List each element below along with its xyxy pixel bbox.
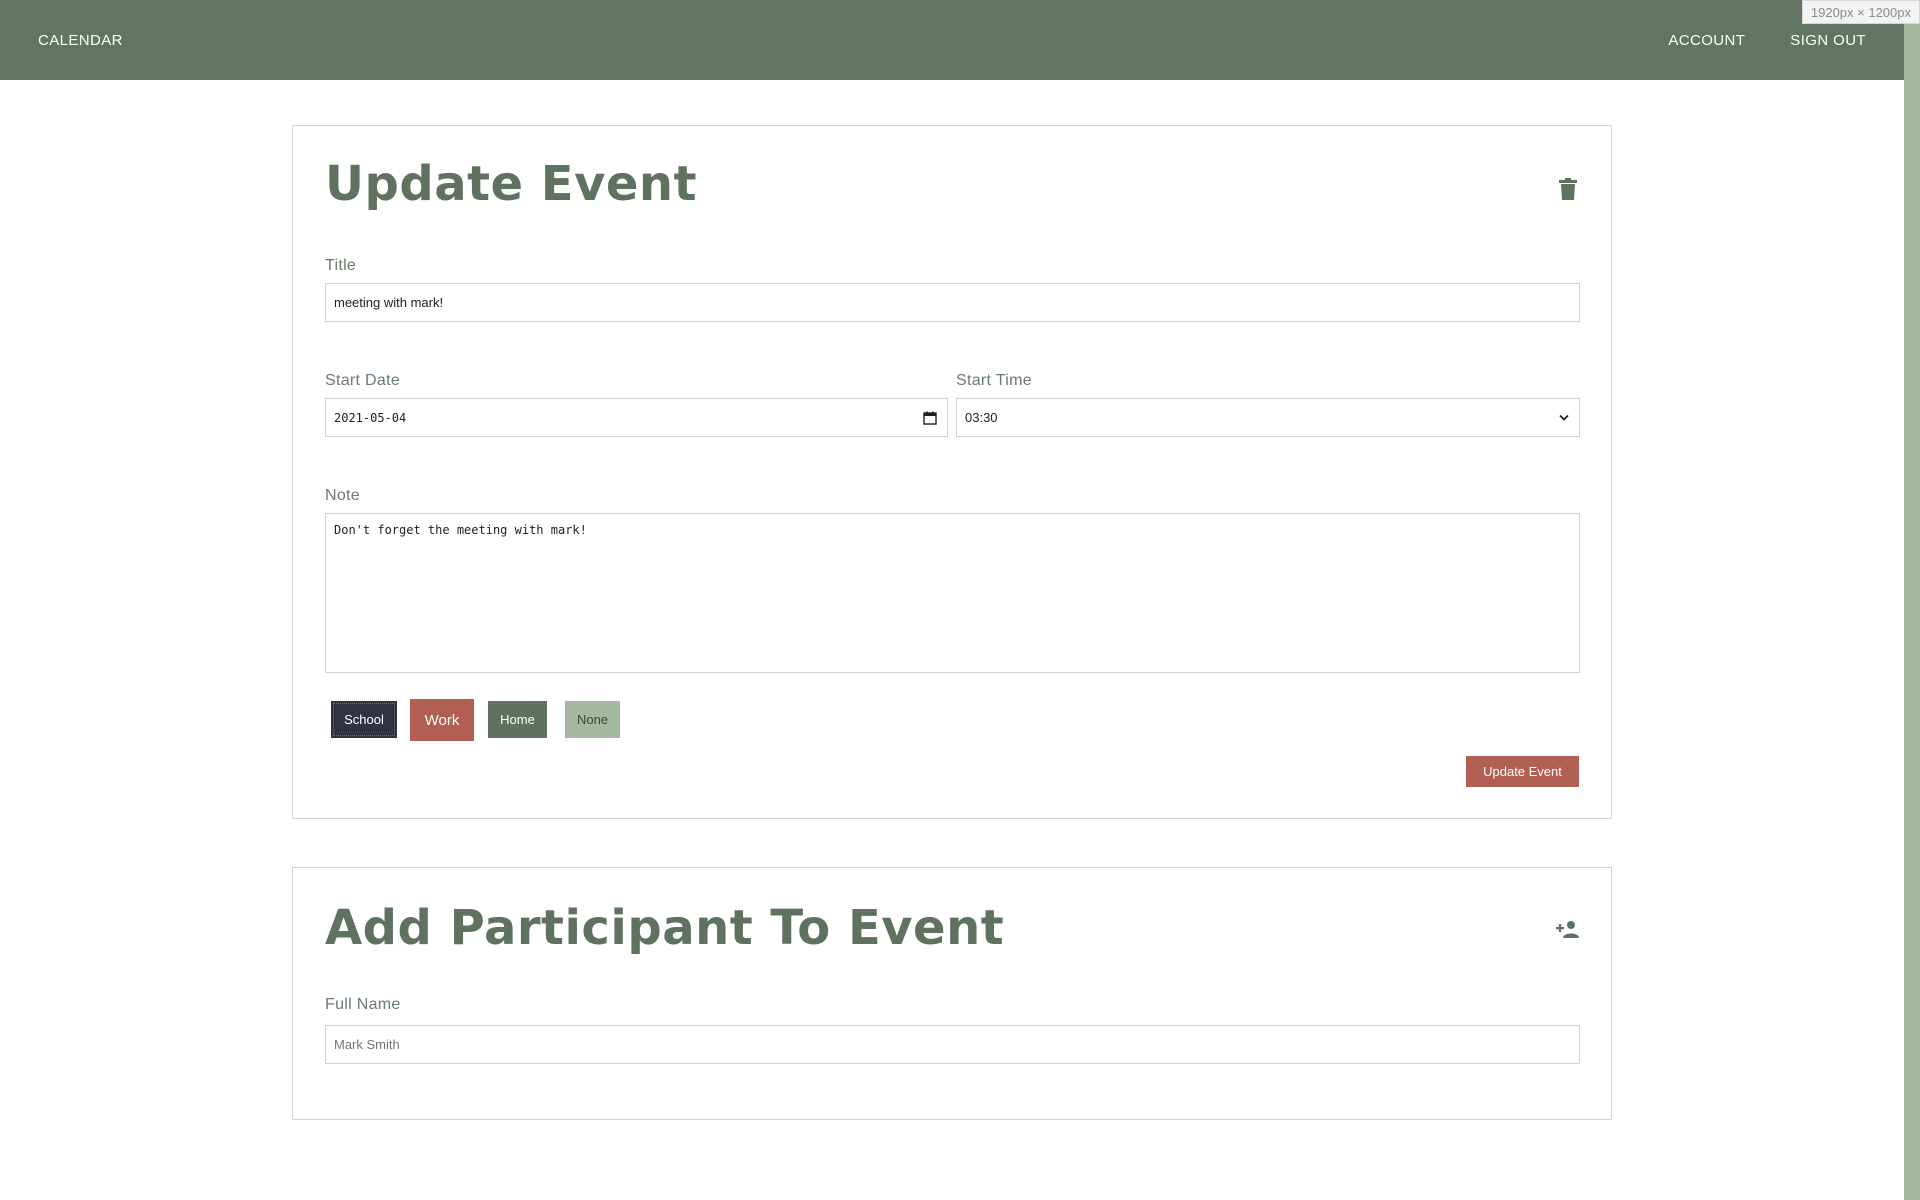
tag-school-button[interactable]: School — [331, 701, 397, 738]
note-textarea[interactable]: Don't forget the meeting with mark! — [325, 513, 1580, 673]
vertical-scrollbar[interactable] — [1904, 0, 1920, 1200]
top-navigation: CALENDAR ACCOUNT SIGN OUT — [0, 0, 1904, 80]
person-add-icon-glyph — [1556, 921, 1579, 938]
full-name-label: Full Name — [325, 996, 401, 1013]
chevron-down-icon — [1559, 414, 1569, 421]
calendar-icon-glyph — [923, 411, 937, 425]
nav-sign-out-link[interactable]: SIGN OUT — [1790, 32, 1866, 49]
add-participant-title: Add Participant To Event — [325, 900, 1005, 956]
start-date-value: 2021-05-04 — [334, 410, 407, 425]
update-event-card: Update Event Title meeting with mark! St… — [292, 125, 1612, 819]
start-date-input[interactable]: 2021-05-04 — [325, 398, 948, 437]
title-input[interactable]: meeting with mark! — [325, 283, 1580, 322]
calendar-icon[interactable] — [923, 411, 937, 425]
nav-account-link[interactable]: ACCOUNT — [1668, 32, 1745, 49]
viewport-size-label: 1920px × 1200px — [1801, 0, 1920, 24]
nav-right-links: ACCOUNT SIGN OUT — [1668, 32, 1866, 49]
update-event-title: Update Event — [325, 156, 698, 212]
title-label: Title — [325, 257, 357, 274]
start-time-label: Start Time — [956, 372, 1032, 389]
person-add-icon[interactable] — [1555, 916, 1581, 942]
start-time-value: 03:30 — [965, 410, 998, 425]
trash-icon[interactable] — [1555, 176, 1581, 202]
trash-icon-glyph — [1559, 178, 1577, 200]
add-participant-card: Add Participant To Event Full Name — [292, 867, 1612, 1120]
start-date-label: Start Date — [325, 372, 401, 389]
full-name-input[interactable] — [325, 1025, 1580, 1064]
tag-work-button[interactable]: Work — [410, 699, 474, 741]
update-event-button[interactable]: Update Event — [1466, 756, 1579, 787]
start-time-select[interactable]: 03:30 — [956, 398, 1580, 437]
tag-home-button[interactable]: Home — [488, 701, 547, 738]
chevron-down-icon-glyph — [1559, 414, 1569, 421]
note-label: Note — [325, 487, 360, 504]
app-viewport: CALENDAR ACCOUNT SIGN OUT 1920px × 1200p… — [0, 0, 1920, 1200]
nav-brand-calendar[interactable]: CALENDAR — [38, 32, 123, 49]
tag-none-button[interactable]: None — [565, 701, 620, 738]
